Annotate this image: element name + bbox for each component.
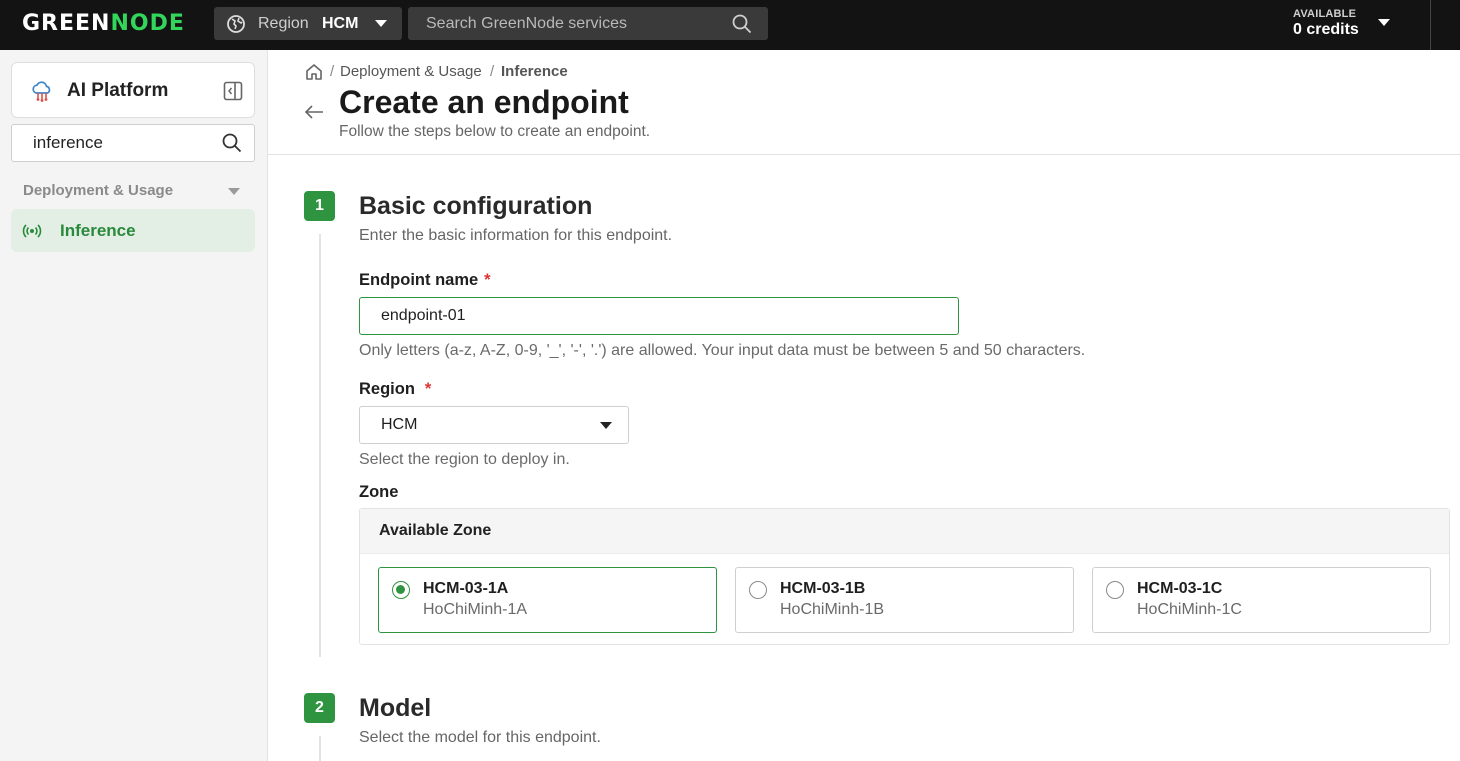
chevron-down-icon xyxy=(375,20,387,27)
chevron-down-icon xyxy=(600,422,612,429)
credits-display[interactable]: AVAILABLE 0 credits xyxy=(1293,8,1359,39)
page-subtitle: Follow the steps below to create an endp… xyxy=(339,123,651,140)
radio-button[interactable] xyxy=(749,581,767,599)
field-label-text: Endpoint name xyxy=(359,271,479,289)
nav-section-deployment[interactable]: Deployment & Usage xyxy=(23,182,243,199)
region-selector[interactable]: Region HCM xyxy=(214,7,402,40)
step-number-badge: 1 xyxy=(304,191,335,221)
step-number-badge: 2 xyxy=(304,693,335,723)
zone-panel: Available Zone HCM-03-1A HoChiMinh-1A HC… xyxy=(359,508,1450,645)
divider xyxy=(1430,0,1431,50)
step-description: Select the model for this endpoint. xyxy=(359,729,601,746)
field-label-text: Region xyxy=(359,380,415,398)
breadcrumb-inference[interactable]: Inference xyxy=(501,63,568,80)
step-title: Model xyxy=(359,694,432,722)
logo-text-b: NODE xyxy=(110,11,185,36)
search-icon[interactable] xyxy=(732,14,752,39)
endpoint-name-label: Endpoint name * xyxy=(359,271,491,290)
region-field-label: Region * xyxy=(359,380,431,399)
required-mark: * xyxy=(484,271,491,289)
required-mark: * xyxy=(424,380,432,398)
globe-icon xyxy=(226,14,246,39)
region-hint: Select the region to deploy in. xyxy=(359,451,570,468)
broadcast-icon xyxy=(22,221,42,246)
greennode-logo[interactable]: GREENNODE xyxy=(22,11,185,36)
sidebar-item-inference[interactable]: Inference xyxy=(11,209,255,252)
zone-option-hcm-03-1b[interactable]: HCM-03-1B HoChiMinh-1B xyxy=(735,567,1074,633)
step-connector xyxy=(319,234,321,657)
global-search-input[interactable] xyxy=(408,7,728,40)
top-bar: GREENNODE Region HCM AVAILABLE 0 credits xyxy=(0,0,1460,50)
endpoint-name-input[interactable] xyxy=(360,298,958,334)
zone-field-label: Zone xyxy=(359,483,399,501)
zone-panel-header: Available Zone xyxy=(360,509,1449,554)
app-title: AI Platform xyxy=(67,80,169,101)
region-label: Region xyxy=(258,15,309,32)
zone-sublabel: HoChiMinh-1B xyxy=(780,601,885,618)
logo-text-a: GREEN xyxy=(22,11,111,36)
sidebar-item-label: Inference xyxy=(60,221,136,240)
global-search xyxy=(408,7,768,40)
page-header: / Deployment & Usage / Inference Create … xyxy=(268,50,1460,155)
zone-option-hcm-03-1c[interactable]: HCM-03-1C HoChiMinh-1C xyxy=(1092,567,1431,633)
region-value: HCM xyxy=(322,15,359,32)
radio-button[interactable] xyxy=(1106,581,1124,599)
zone-option-hcm-03-1a[interactable]: HCM-03-1A HoChiMinh-1A xyxy=(378,567,717,633)
breadcrumb-deployment[interactable]: Deployment & Usage xyxy=(340,63,482,80)
credits-caption: AVAILABLE xyxy=(1293,8,1357,20)
breadcrumb-separator: / xyxy=(490,63,495,80)
endpoint-name-field xyxy=(359,297,959,335)
step-connector xyxy=(319,736,321,761)
app-switcher[interactable]: AI Platform xyxy=(11,62,255,118)
search-icon[interactable] xyxy=(222,133,242,158)
sidebar-search-input[interactable] xyxy=(12,125,212,161)
zone-name: HCM-03-1A xyxy=(423,580,509,597)
zone-sublabel: HoChiMinh-1A xyxy=(423,601,528,618)
collapse-sidebar-icon[interactable] xyxy=(223,81,243,106)
breadcrumb-separator: / xyxy=(330,63,335,80)
ai-cloud-icon xyxy=(30,79,54,108)
region-select-value: HCM xyxy=(381,416,418,433)
sidebar-search xyxy=(11,124,255,162)
page-title: Create an endpoint xyxy=(339,84,629,120)
step-description: Enter the basic information for this end… xyxy=(359,227,673,244)
zone-name: HCM-03-1B xyxy=(780,580,866,597)
back-arrow-icon[interactable] xyxy=(304,104,324,125)
chevron-down-icon[interactable] xyxy=(1378,19,1390,26)
region-select[interactable]: HCM xyxy=(359,406,629,444)
chevron-down-icon xyxy=(228,188,240,195)
zone-sublabel: HoChiMinh-1C xyxy=(1137,601,1242,618)
nav-section-label: Deployment & Usage xyxy=(23,182,174,199)
zone-name: HCM-03-1C xyxy=(1137,580,1223,597)
zone-panel-title: Available Zone xyxy=(379,522,492,539)
step-title: Basic configuration xyxy=(359,192,593,220)
endpoint-name-hint: Only letters (a-z, A-Z, 0-9, '_', '-', '… xyxy=(359,342,1086,359)
home-icon[interactable] xyxy=(305,63,323,85)
credits-value: 0 credits xyxy=(1293,21,1359,38)
sidebar: AI Platform Deployment & Usage Inference xyxy=(0,50,268,761)
radio-button-checked[interactable] xyxy=(392,581,410,599)
